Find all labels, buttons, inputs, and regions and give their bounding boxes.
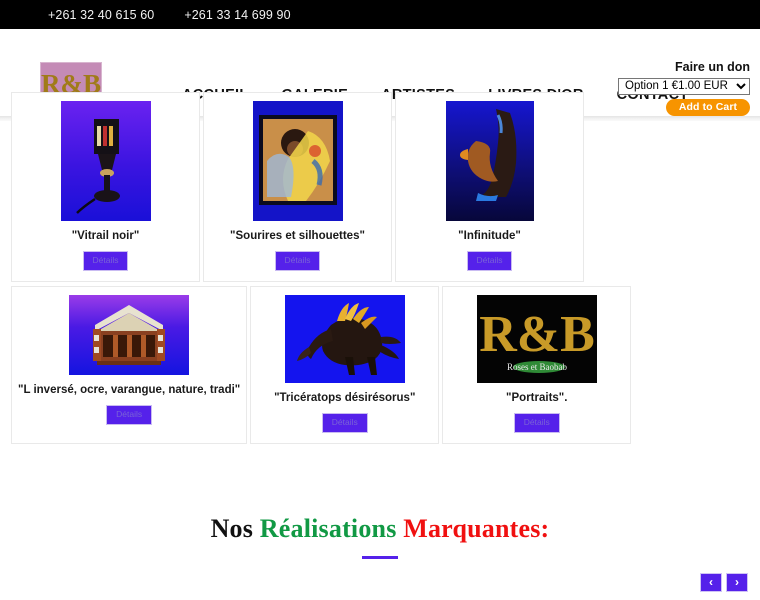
details-button[interactable]: Détails [82,251,129,271]
realisations-section: Nos Réalisations Marquantes: [0,514,760,559]
gallery-card[interactable]: "Sourires et silhouettes" Détails [203,92,392,282]
gallery-card[interactable]: "Infinitude" Détails [395,92,584,282]
artwork-title: "Tricératops désirésorus" [274,392,416,404]
details-button[interactable]: Détails [321,413,368,433]
details-button[interactable]: Détails [466,251,513,271]
section-heading: Nos Réalisations Marquantes: [0,514,760,544]
phone-number-2: +261 33 14 699 90 [184,7,291,22]
heading-word-nos: Nos [210,514,254,543]
heading-word-realisations: Réalisations [259,514,397,543]
gallery-row: "Vitrail noir" Détails "Sourires et silh… [11,92,749,282]
artwork-title: "Infinitude" [458,230,521,242]
artwork-title: "L inversé, ocre, varangue, nature, trad… [18,384,241,396]
details-button[interactable]: Détails [513,413,560,433]
gallery-card[interactable]: R&B Roses et Baobab "Portraits". Détails [442,286,632,444]
carousel-prev-icon[interactable]: ‹ [700,573,722,592]
gallery-card[interactable]: "L inversé, ocre, varangue, nature, trad… [11,286,248,444]
heading-word-marquantes: Marquantes: [403,514,550,543]
details-button[interactable]: Détails [106,405,153,425]
donation-title: Faire un don [675,60,750,74]
artwork-thumbnail-portraits-logo: R&B Roses et Baobab [476,295,597,383]
realisations-carousel [0,592,760,600]
carousel-navigation: ‹ › [0,573,760,592]
topbar: +261 32 40 615 60 +261 33 14 699 90 [0,0,760,29]
carousel-next-icon[interactable]: › [726,573,748,592]
artwork-title: "Vitrail noir" [71,230,140,242]
details-button[interactable]: Détails [274,251,321,271]
gallery-row: "L inversé, ocre, varangue, nature, trad… [11,286,749,444]
artwork-thumbnail-sourires [252,101,343,221]
gallery-card[interactable]: "Vitrail noir" Détails [11,92,200,282]
heading-underline [362,556,398,559]
gallery-card[interactable]: "Tricératops désirésorus" Détails [250,286,440,444]
gallery-grid: "Vitrail noir" Détails "Sourires et silh… [0,87,760,444]
artwork-thumbnail-maison [69,295,190,375]
phone-number-1: +261 32 40 615 60 [48,7,155,22]
svg-text:R&B: R&B [479,306,595,363]
artwork-thumbnail-triceratops [284,295,405,383]
artwork-title: "Portraits". [506,392,568,404]
artwork-title: "Sourires et silhouettes" [230,230,365,242]
artwork-thumbnail-vitrail-noir [60,101,151,221]
svg-text:Roses et Baobab: Roses et Baobab [507,362,567,372]
artwork-thumbnail-infinitude [445,101,534,221]
site-header: R&B Roses et Baobab ACCUEIL GALERIE ARTI… [0,29,760,121]
